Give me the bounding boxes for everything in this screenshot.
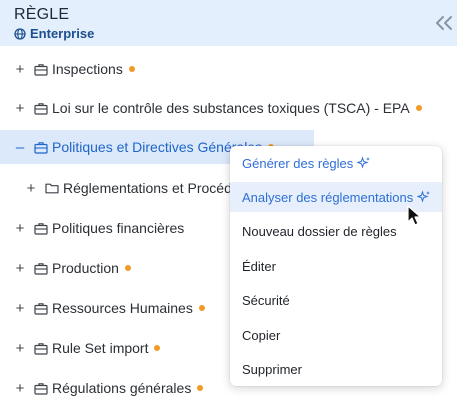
collapse-panel-button[interactable] bbox=[433, 12, 455, 34]
expand-toggle[interactable]: + bbox=[14, 61, 26, 78]
menu-item-supprimer[interactable]: Supprimer bbox=[230, 354, 442, 384]
briefcase-icon bbox=[34, 63, 48, 76]
tree-item-label: Politiques financières bbox=[52, 220, 185, 236]
tree-item-ressources-humaines[interactable]: + Ressources Humaines bbox=[0, 294, 205, 322]
briefcase-icon bbox=[34, 102, 48, 115]
briefcase-icon bbox=[34, 141, 48, 154]
context-menu: Générer des règles Analyser des réglemen… bbox=[230, 146, 442, 386]
tenant-label: Enterprise bbox=[14, 26, 94, 41]
sparkle-icon bbox=[357, 156, 371, 170]
menu-item-label: Générer des règles bbox=[242, 155, 354, 171]
page-title: RÈGLE bbox=[14, 6, 70, 23]
tree-item-label: Production bbox=[52, 260, 119, 276]
menu-item-label: Copier bbox=[242, 327, 281, 343]
menu-item-securite[interactable]: Sécurité bbox=[230, 285, 442, 315]
status-dot bbox=[154, 345, 161, 351]
status-dot bbox=[198, 305, 205, 311]
status-dot bbox=[197, 385, 204, 391]
rule-panel: RÈGLE Enterprise + Inspections + Loi sur… bbox=[0, 0, 457, 420]
menu-item-label: Supprimer bbox=[242, 361, 302, 377]
status-dot bbox=[415, 105, 422, 111]
tree-item-tsca[interactable]: + Loi sur le contrôle des substances tox… bbox=[0, 94, 422, 122]
double-chevron-left-icon bbox=[436, 16, 452, 30]
tree-item-label: Régulations générales bbox=[52, 380, 192, 396]
briefcase-icon bbox=[34, 222, 48, 235]
expand-toggle[interactable]: + bbox=[14, 300, 26, 317]
tree-item-regulations-generales[interactable]: + Régulations générales bbox=[0, 374, 204, 402]
sparkle-icon bbox=[417, 190, 431, 204]
panel-header: RÈGLE Enterprise bbox=[0, 0, 457, 46]
menu-item-label: Sécurité bbox=[242, 292, 290, 308]
tree-item-label: Loi sur le contrôle des substances toxiq… bbox=[52, 100, 410, 116]
menu-item-copier[interactable]: Copier bbox=[230, 320, 442, 350]
expand-toggle[interactable]: + bbox=[25, 180, 37, 197]
collapse-toggle[interactable]: – bbox=[14, 139, 26, 156]
tenant-name: Enterprise bbox=[30, 26, 95, 41]
tree-item-production[interactable]: + Production bbox=[0, 254, 131, 282]
menu-item-label: Analyser des réglementations bbox=[242, 189, 414, 205]
expand-toggle[interactable]: + bbox=[14, 100, 26, 117]
menu-item-editer[interactable]: Éditer bbox=[230, 251, 442, 281]
mouse-cursor-icon bbox=[407, 205, 423, 232]
tree-item-rule-set-import[interactable]: + Rule Set import bbox=[0, 334, 161, 362]
menu-item-generer-regles[interactable]: Générer des règles bbox=[230, 148, 442, 178]
briefcase-icon bbox=[34, 382, 48, 395]
tree-item-label: Inspections bbox=[52, 61, 123, 77]
status-dot bbox=[128, 66, 135, 72]
tree-item-inspections[interactable]: + Inspections bbox=[0, 55, 135, 83]
status-dot bbox=[124, 265, 131, 271]
tree-item-politiques-financieres[interactable]: + Politiques financières bbox=[0, 214, 185, 242]
briefcase-icon bbox=[34, 302, 48, 315]
tree-item-label: Ressources Humaines bbox=[52, 300, 193, 316]
expand-toggle[interactable]: + bbox=[14, 340, 26, 357]
expand-toggle[interactable]: + bbox=[14, 220, 26, 237]
folder-icon bbox=[45, 182, 59, 194]
expand-toggle[interactable]: + bbox=[14, 260, 26, 277]
tree-item-label: Rule Set import bbox=[52, 340, 149, 356]
briefcase-icon bbox=[34, 342, 48, 355]
expand-toggle[interactable]: + bbox=[14, 380, 26, 397]
menu-item-label: Nouveau dossier de règles bbox=[242, 223, 397, 239]
tree-item-reglementations[interactable]: + Réglementations et Procédures bbox=[0, 174, 260, 202]
menu-item-label: Éditer bbox=[242, 258, 276, 274]
globe-icon bbox=[14, 27, 26, 40]
briefcase-icon bbox=[34, 262, 48, 275]
